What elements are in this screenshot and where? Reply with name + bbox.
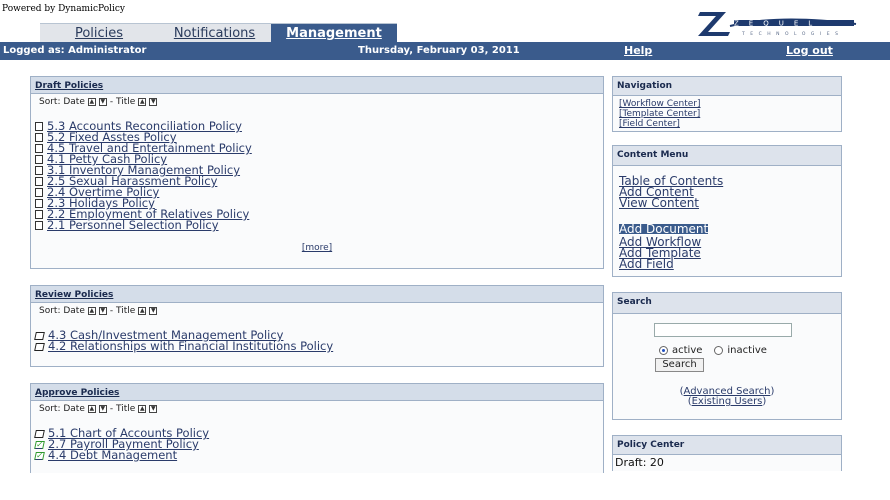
more-link[interactable]: [more] [31, 243, 603, 253]
zequel-logo: ZEQUEL TECHNOLOGIES [678, 6, 858, 40]
review-policies-title[interactable]: Review Policies [31, 286, 603, 303]
content-menu-links: Table of Contents Add Content View Conte… [613, 166, 841, 270]
powered-by-text: Powered by DynamicPolicy [2, 4, 126, 14]
inactive-label: inactive [727, 345, 767, 356]
search-title: Search [613, 293, 841, 314]
document-icon [35, 199, 43, 208]
document-icon [35, 122, 43, 131]
review-policies-panel: Review Policies Sort: Date ▲ ▼ - Title ▲… [30, 285, 604, 367]
sort-title-asc-button[interactable]: ▲ [138, 98, 147, 106]
content-menu-panel: Content Menu Table of Contents Add Conte… [612, 145, 842, 277]
sort-title-desc-button[interactable]: ▼ [149, 307, 158, 315]
draft-sort-row: Sort: Date ▲ ▼ - Title ▲ ▼ [31, 94, 603, 110]
template-center-link[interactable]: [Template Center] [619, 109, 835, 119]
sort-date-label: Sort: Date [39, 97, 85, 107]
checkbox-icon [34, 331, 45, 340]
draft-list: 5.3 Accounts Reconciliation Policy 5.2 F… [31, 120, 603, 231]
review-item[interactable]: 4.2 Relationships with Financial Institu… [31, 340, 603, 352]
sort-date-asc-button[interactable]: ▲ [87, 307, 96, 315]
checked-checkbox-icon: ✓ [34, 439, 45, 449]
approve-item[interactable]: ✓ 4.4 Debt Management [31, 449, 603, 461]
draft-policies-panel: Draft Policies Sort: Date ▲ ▼ - Title ▲ … [30, 76, 604, 269]
search-status-row: active inactive [659, 345, 767, 356]
active-radio[interactable] [659, 346, 668, 355]
status-bar: Logged as: Administrator Thursday, Febru… [0, 42, 890, 60]
logout-link[interactable]: Log out [786, 44, 833, 57]
navigation-links: [Workflow Center] [Template Center] [Fie… [613, 96, 841, 132]
sort-title-asc-button[interactable]: ▲ [138, 307, 147, 315]
workflow-center-link[interactable]: [Workflow Center] [619, 99, 835, 109]
draft-policies-title[interactable]: Draft Policies [31, 77, 603, 94]
document-icon [35, 188, 43, 197]
logo-subtitle: TECHNOLOGIES [741, 31, 843, 37]
search-panel: Search active inactive Search (Advanced … [612, 292, 842, 420]
sort-date-desc-button[interactable]: ▼ [98, 307, 107, 315]
checkbox-icon [34, 342, 45, 351]
sort-title-asc-button[interactable]: ▲ [138, 405, 147, 413]
search-input[interactable] [654, 323, 792, 337]
view-content-link[interactable]: View Content [619, 197, 835, 209]
content-menu-title: Content Menu [613, 146, 841, 166]
tab-management[interactable]: Management [271, 23, 397, 42]
review-sort-row: Sort: Date ▲ ▼ - Title ▲ ▼ [39, 306, 158, 316]
active-label: active [672, 345, 703, 356]
add-field-link[interactable]: Add Field [619, 258, 835, 270]
checkbox-icon [34, 429, 45, 438]
checked-checkbox-icon: ✓ [34, 450, 45, 460]
existing-users-link[interactable]: Existing Users [692, 396, 763, 407]
document-icon [35, 144, 43, 153]
sort-title-desc-button[interactable]: ▼ [149, 98, 158, 106]
policy-center-panel: Policy Center Draft: 20 [612, 435, 842, 471]
help-link[interactable]: Help [624, 44, 652, 57]
inactive-radio[interactable] [714, 346, 724, 355]
approve-list: 5.1 Chart of Accounts Policy ✓ 2.7 Payrol… [31, 427, 603, 461]
date-text: Thursday, February 03, 2011 [358, 45, 520, 56]
main-tabs: Policies Notifications Management [40, 23, 397, 42]
approve-policies-title[interactable]: Approve Policies [31, 384, 603, 401]
tab-notifications[interactable]: Notifications [158, 23, 271, 42]
add-document-link[interactable]: Add Document [619, 223, 709, 235]
draft-item[interactable]: 2.1 Personnel Selection Policy [31, 219, 603, 231]
draft-count-text: Draft: 20 [615, 456, 664, 469]
document-icon [35, 133, 43, 142]
approve-sort-row: Sort: Date ▲ ▼ - Title ▲ ▼ [39, 404, 158, 414]
search-button[interactable]: Search [655, 358, 704, 372]
navigation-panel: Navigation [Workflow Center] [Template C… [612, 76, 842, 132]
document-icon [35, 210, 43, 219]
sort-date-asc-button[interactable]: ▲ [87, 405, 96, 413]
policy-center-title: Policy Center [613, 436, 841, 455]
document-icon [35, 166, 43, 175]
sort-title-desc-button[interactable]: ▼ [149, 405, 158, 413]
logo-word: ZEQUEL [734, 20, 822, 28]
document-icon [35, 177, 43, 186]
approve-policies-panel: Approve Policies Sort: Date ▲ ▼ - Title … [30, 383, 604, 473]
document-icon [35, 221, 43, 230]
document-icon [35, 155, 43, 164]
sort-date-desc-button[interactable]: ▼ [98, 405, 107, 413]
field-center-link[interactable]: [Field Center] [619, 119, 835, 129]
review-list: 4.3 Cash/Investment Management Policy 4.… [31, 329, 603, 352]
sort-date-desc-button[interactable]: ▼ [98, 98, 107, 106]
navigation-title: Navigation [613, 77, 841, 96]
sort-date-asc-button[interactable]: ▲ [87, 98, 96, 106]
existing-users-line: (Existing Users) [687, 396, 767, 407]
sort-title-label: - Title [109, 97, 136, 107]
logged-as-text: Logged as: Administrator [3, 45, 147, 56]
tab-policies[interactable]: Policies [40, 23, 158, 42]
